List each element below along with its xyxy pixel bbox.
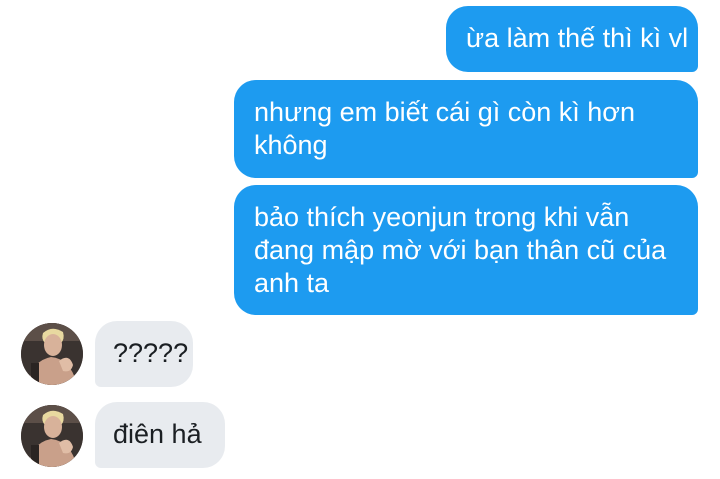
dm-conversation: { "messages": [ {"sender": "me", "text":… bbox=[0, 0, 720, 479]
user-avatar-photo-icon bbox=[21, 405, 83, 467]
avatar[interactable] bbox=[21, 323, 83, 385]
message-bubble-received[interactable]: ????? bbox=[95, 321, 193, 387]
message-bubble-received[interactable]: điên hả bbox=[95, 402, 225, 468]
message-bubble-sent[interactable]: nhưng em biết cái gì còn kì hơn không bbox=[234, 80, 698, 178]
message-bubble-sent[interactable]: ừa làm thế thì kì vl bbox=[446, 6, 698, 72]
avatar[interactable] bbox=[21, 405, 83, 467]
message-bubble-sent[interactable]: bảo thích yeonjun trong khi vẫn đang mập… bbox=[234, 185, 698, 315]
user-avatar-photo-icon bbox=[21, 323, 83, 385]
